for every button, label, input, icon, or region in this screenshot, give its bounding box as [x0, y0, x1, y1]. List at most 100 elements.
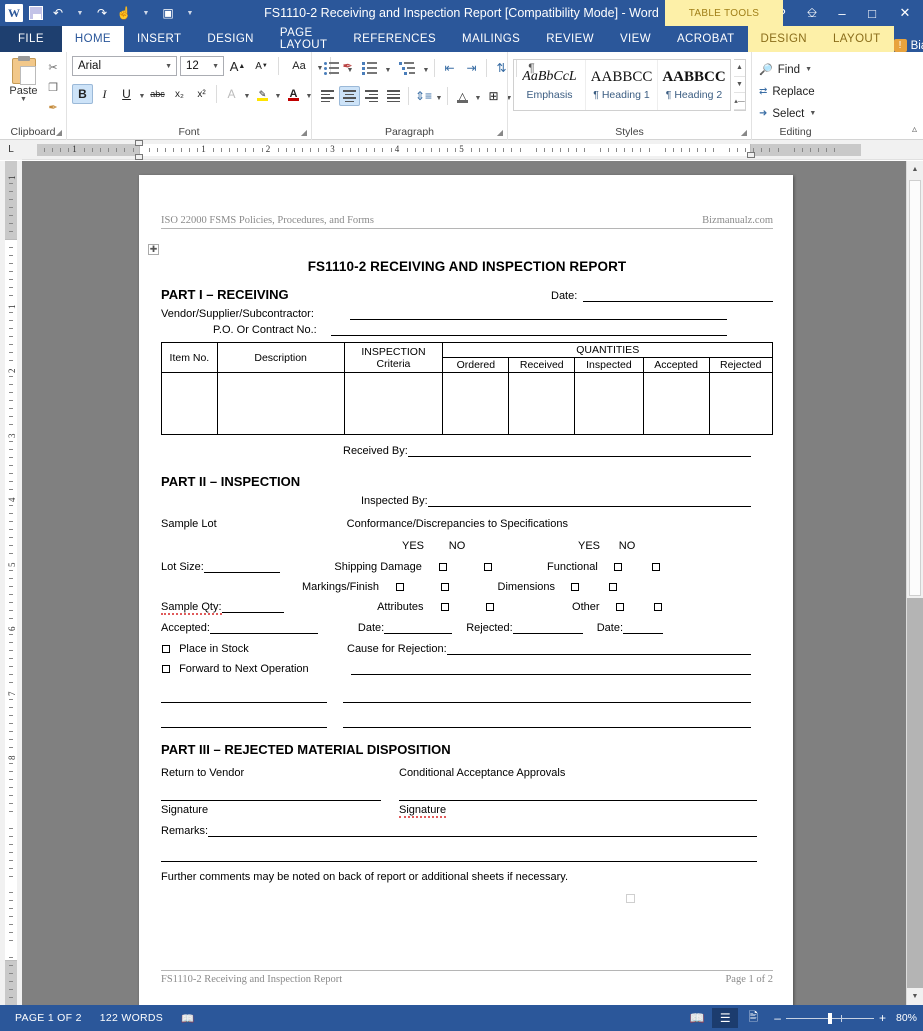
proofing-status-icon[interactable]: 📖: [172, 1012, 203, 1025]
text-highlight-icon[interactable]: ✎: [252, 84, 273, 104]
word-count[interactable]: 122 WORDS: [91, 1012, 172, 1024]
superscript-button[interactable]: x²: [191, 84, 212, 104]
ruler-text-area[interactable]: [139, 143, 751, 156]
increase-indent-icon[interactable]: ⇥: [461, 58, 482, 78]
ruler-strip[interactable]: 1 1 2 3 4 5: [22, 139, 901, 160]
print-layout-icon[interactable]: ☰: [712, 1008, 739, 1028]
undo-icon[interactable]: ↶: [48, 3, 68, 23]
tab-design[interactable]: DESIGN: [194, 26, 267, 52]
left-indent-marker[interactable]: [135, 153, 143, 160]
blank-line-right-2[interactable]: [343, 717, 751, 728]
decrease-indent-icon[interactable]: ⇤: [439, 58, 460, 78]
style-item-heading-2[interactable]: AABBCC ¶ Heading 2: [658, 60, 730, 110]
blank-line-left-2[interactable]: [161, 717, 327, 728]
lot-size-input-line[interactable]: [203, 561, 280, 573]
change-case-icon[interactable]: Aa: [285, 56, 313, 76]
po-input-line[interactable]: [330, 325, 727, 336]
horizontal-ruler[interactable]: L 1 1 2 3 4 5: [0, 139, 923, 160]
styles-more-icon[interactable]: ▴—: [734, 93, 745, 111]
tab-insert[interactable]: INSERT: [124, 26, 194, 52]
find-button[interactable]: 🔎 Find ▼: [757, 60, 812, 79]
scroll-up-icon[interactable]: ▲: [907, 161, 923, 178]
undo-dropdown-icon[interactable]: ▼: [70, 3, 90, 23]
vruler-top-margin[interactable]: [5, 161, 17, 239]
checkbox-markings-no[interactable]: [441, 583, 449, 592]
accepted-input-line[interactable]: [209, 622, 318, 634]
web-layout-icon[interactable]: 🖹: [740, 1008, 766, 1028]
select-button[interactable]: ➜ Select ▼: [757, 104, 816, 123]
borders-icon[interactable]: ⊞: [483, 86, 504, 106]
signature-line-right[interactable]: [399, 790, 757, 801]
checkbox-dimensions-no[interactable]: [609, 583, 617, 592]
tab-table-design[interactable]: DESIGN: [747, 26, 820, 52]
text-effects-icon[interactable]: A: [221, 84, 242, 104]
account-menu[interactable]: ! Bianca... ▼: [893, 39, 923, 52]
accepted-date-input-line[interactable]: [384, 622, 453, 634]
paragraph-dialog-launcher[interactable]: ◢: [497, 128, 503, 137]
zoom-thumb[interactable]: [827, 1012, 832, 1024]
shrink-font-icon[interactable]: A ▼: [251, 56, 272, 76]
vertical-ruler[interactable]: 1 1 2 3 4 5 6 7 8: [0, 161, 22, 1005]
save-icon[interactable]: [26, 3, 46, 23]
align-left-icon[interactable]: [317, 86, 338, 106]
table-cell[interactable]: [442, 372, 510, 435]
checkbox-other-no[interactable]: [653, 603, 662, 612]
checkbox-dimensions-yes[interactable]: [571, 583, 579, 592]
blank-line-right-1[interactable]: [343, 692, 751, 703]
table-cell[interactable]: [574, 372, 644, 435]
checkbox-shipping-damage-no[interactable]: [483, 563, 492, 572]
tab-review[interactable]: REVIEW: [533, 26, 607, 52]
table-cell[interactable]: [508, 372, 576, 435]
vertical-scrollbar[interactable]: ▲ ▼: [906, 161, 923, 1005]
replace-button[interactable]: ⇄ Replace: [757, 82, 815, 101]
sample-qty-input-line[interactable]: [221, 601, 284, 613]
style-item-emphasis[interactable]: AaBbCcL Emphasis: [514, 60, 586, 110]
table-cell[interactable]: [343, 372, 444, 435]
bullets-icon[interactable]: [317, 58, 345, 78]
document-page[interactable]: ISO 22000 FSMS Policies, Procedures, and…: [139, 175, 793, 1005]
align-right-icon[interactable]: [361, 86, 382, 106]
grow-font-icon[interactable]: A ▲: [227, 56, 248, 76]
checkbox-other-yes[interactable]: [615, 603, 624, 612]
font-size-combo[interactable]: 12 ▼: [180, 56, 224, 76]
strikethrough-button[interactable]: abc: [147, 84, 168, 104]
cut-icon[interactable]: ✂: [45, 60, 61, 75]
document-canvas[interactable]: ISO 22000 FSMS Policies, Procedures, and…: [22, 161, 906, 1005]
numbering-icon[interactable]: [355, 58, 383, 78]
remarks-input-line-1[interactable]: [208, 826, 757, 837]
collapse-ribbon-icon[interactable]: ▵: [912, 124, 917, 135]
tab-acrobat[interactable]: ACROBAT: [664, 26, 748, 52]
table-cell[interactable]: [642, 372, 710, 435]
inspected-by-input-line[interactable]: [427, 496, 751, 507]
checkbox-place-in-stock[interactable]: [162, 645, 170, 654]
bold-button[interactable]: B: [72, 84, 93, 104]
tab-mailings[interactable]: MAILINGS: [449, 26, 533, 52]
redo-icon[interactable]: ↷: [92, 3, 112, 23]
clipboard-dialog-launcher[interactable]: ◢: [56, 128, 62, 137]
document-content[interactable]: ISO 22000 FSMS Policies, Procedures, and…: [139, 175, 793, 1005]
checkbox-attributes-yes[interactable]: [440, 603, 449, 612]
paste-button[interactable]: Paste ▼: [5, 56, 42, 103]
zoom-track[interactable]: [785, 1012, 874, 1024]
multilevel-list-icon[interactable]: [393, 58, 421, 78]
empty-checkbox-icon[interactable]: [626, 894, 635, 903]
italic-button[interactable]: I: [94, 84, 115, 104]
line-spacing-icon[interactable]: ⇕≡: [413, 86, 434, 106]
zoom-percent[interactable]: 80%: [888, 1012, 917, 1024]
minimize-button[interactable]: –: [827, 0, 857, 26]
checkbox-markings-yes[interactable]: [396, 583, 404, 592]
page-indicator[interactable]: PAGE 1 OF 2: [6, 1012, 91, 1024]
scrollbar-thumb[interactable]: [909, 180, 921, 596]
underline-button[interactable]: U: [116, 84, 137, 104]
restore-button[interactable]: □: [857, 0, 887, 26]
rejected-date-input-line[interactable]: [623, 622, 663, 634]
touch-dropdown-icon[interactable]: ▼: [136, 3, 156, 23]
styles-gallery[interactable]: AaBbCcL Emphasis AABBCC ¶ Heading 1 AABB…: [513, 59, 731, 111]
ruler-right-margin[interactable]: [751, 143, 861, 156]
justify-icon[interactable]: [383, 86, 404, 106]
cause-input-line-1[interactable]: [446, 644, 751, 655]
format-painter-icon[interactable]: ✒: [45, 100, 61, 115]
font-color-icon[interactable]: A: [283, 84, 304, 104]
blank-line-left-1[interactable]: [161, 692, 327, 703]
scroll-down-icon[interactable]: ▼: [907, 988, 923, 1005]
